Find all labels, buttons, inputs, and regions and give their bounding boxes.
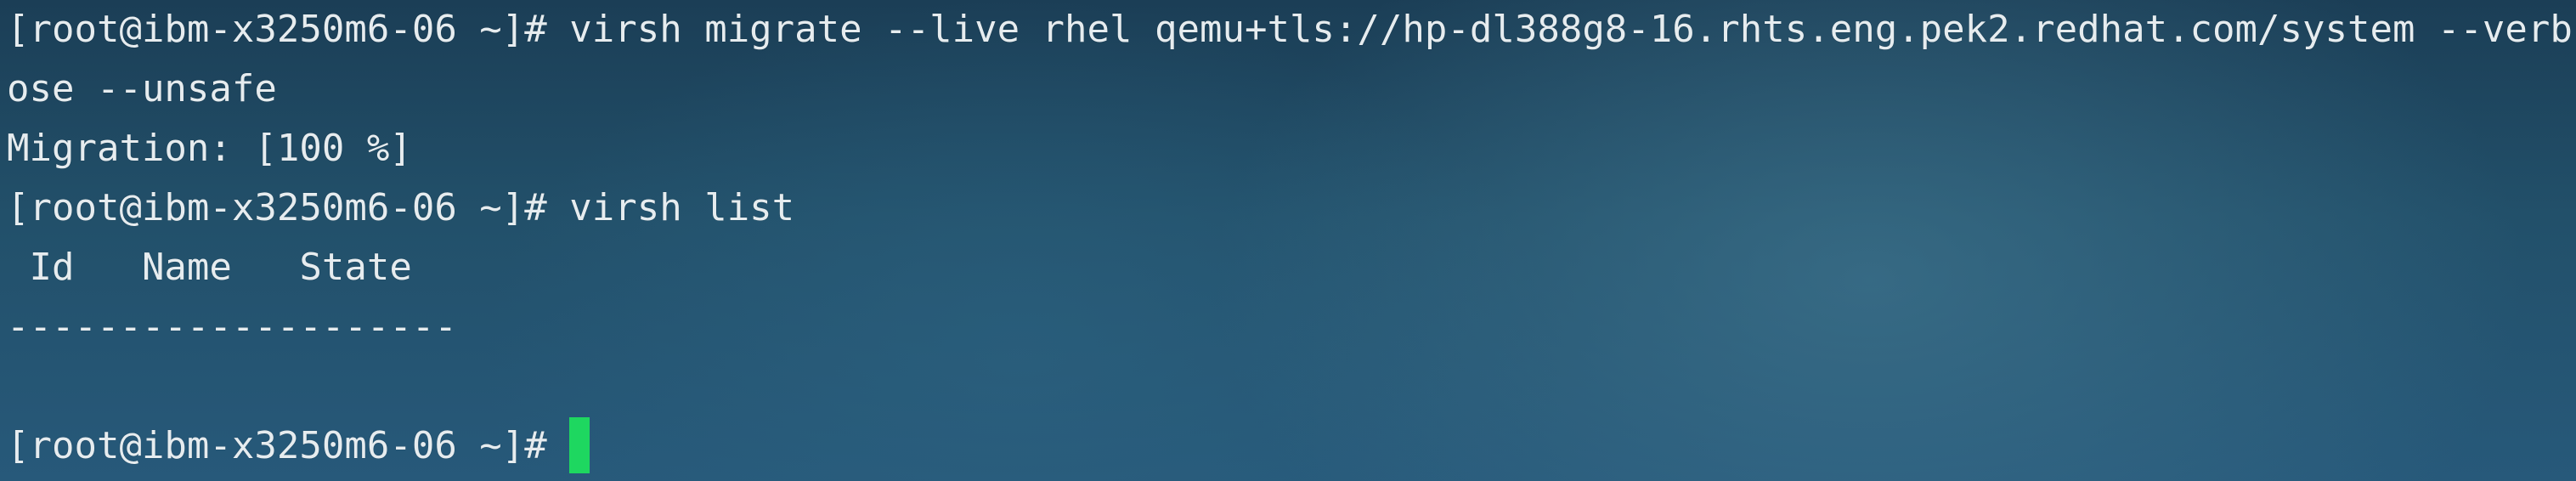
terminal-line-migration-progress: Migration: [100 %] — [7, 127, 412, 170]
terminal-line-table-separator: -------------------- — [7, 305, 457, 348]
terminal-line-table-header: Id Name State — [7, 246, 412, 289]
text-cursor — [569, 417, 590, 473]
terminal-window[interactable]: [root@ibm-x3250m6-06 ~]# virsh migrate -… — [7, 0, 2573, 481]
terminal-line-migrate-command-wrap: ose --unsafe — [7, 67, 277, 110]
terminal-prompt: [root@ibm-x3250m6-06 ~]# — [7, 424, 570, 467]
terminal-line-migrate-command: [root@ibm-x3250m6-06 ~]# virsh migrate -… — [7, 8, 2573, 51]
terminal-prompt-line[interactable]: [root@ibm-x3250m6-06 ~]# — [7, 416, 590, 476]
terminal-line-virsh-list-command: [root@ibm-x3250m6-06 ~]# virsh list — [7, 186, 795, 229]
